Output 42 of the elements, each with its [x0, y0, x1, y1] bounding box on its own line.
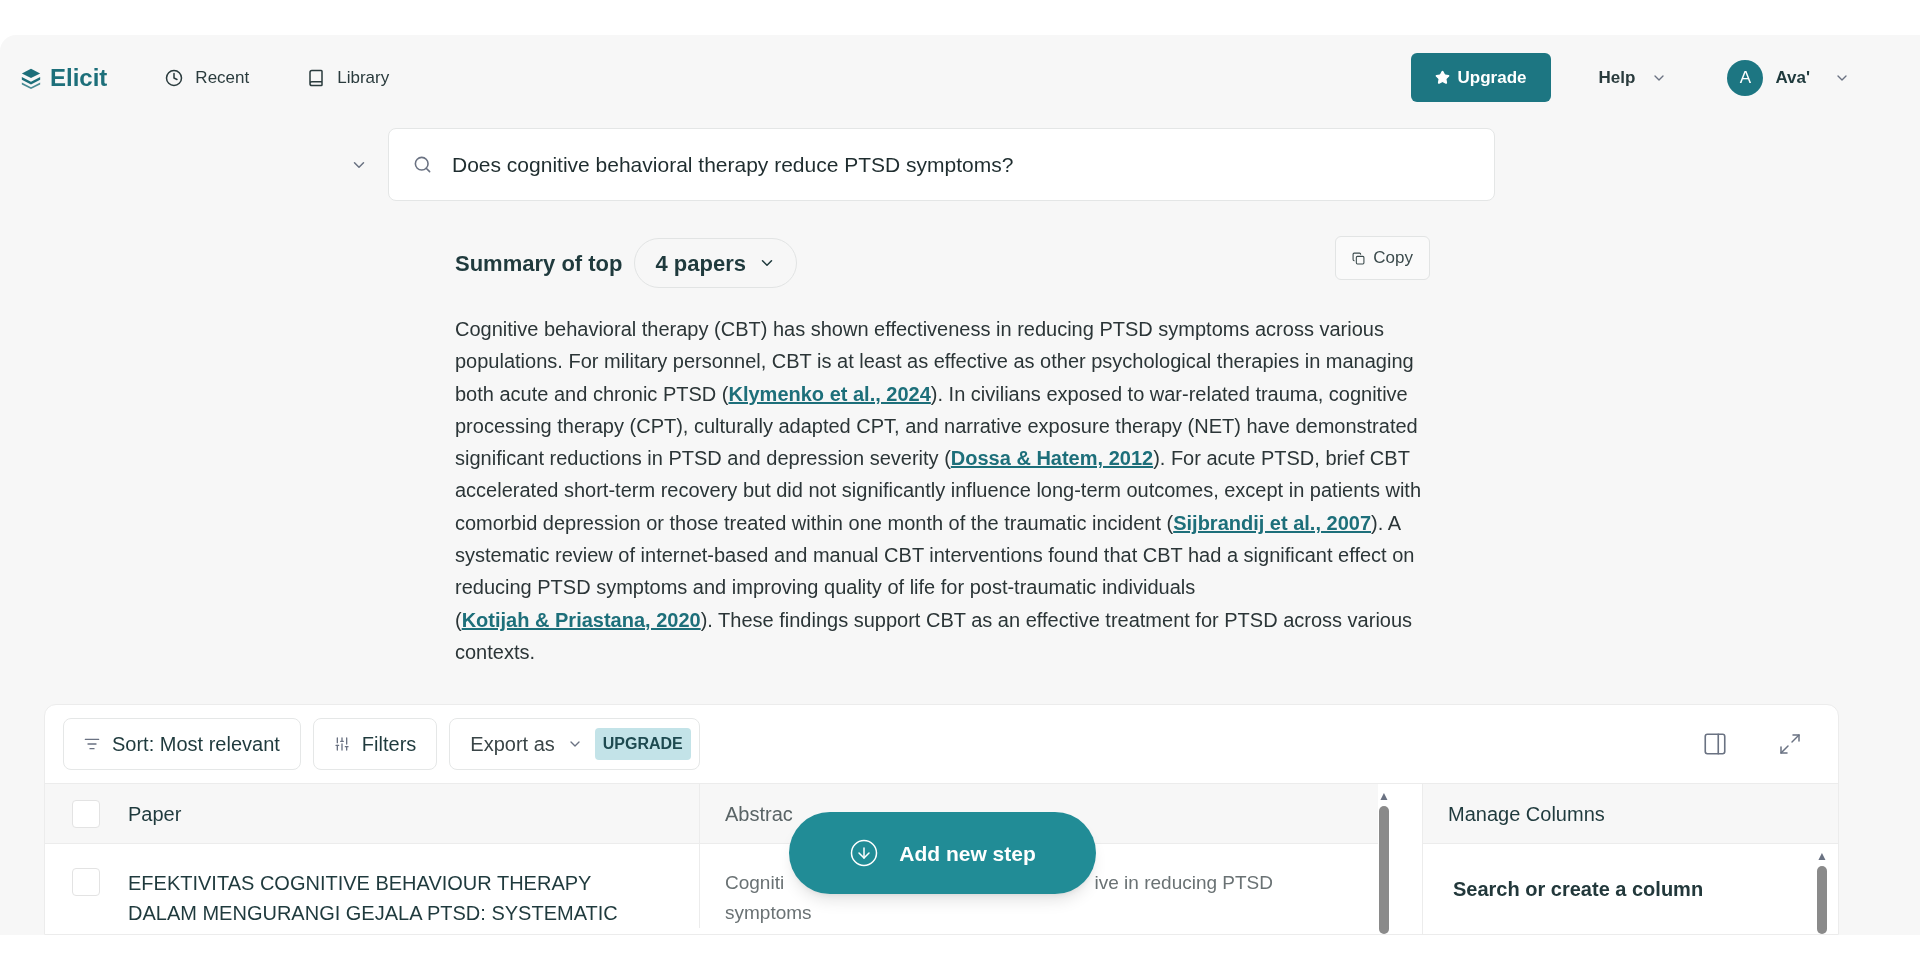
filters-button[interactable]: Filters: [312, 718, 438, 771]
logo-icon: [20, 66, 42, 89]
scroll-up-arrow[interactable]: ▲: [1378, 790, 1390, 803]
search-bar[interactable]: Does cognitive behavioral therapy reduce PTSD symptoms?: [388, 128, 1495, 201]
star-icon: [1434, 70, 1450, 85]
scrollbar-thumb[interactable]: [1379, 806, 1389, 934]
nav-link[interactable]: Recent: [165, 64, 250, 91]
select-all-checkbox[interactable]: [72, 799, 100, 828]
paper-title[interactable]: EFEKTIVITAS COGNITIVE BEHAVIOUR THERAPY DALAM MENGURANGI GEJALA PTSD: SYSTEMATIC: [128, 868, 633, 929]
sliders-icon: [333, 736, 350, 753]
abstract-text: Cogniti: [725, 871, 785, 896]
export-dropdown[interactable]: Export as: [470, 729, 583, 760]
clock-icon: [165, 68, 184, 87]
avatar[interactable]: A: [1727, 59, 1764, 96]
arrow-down-icon: [849, 838, 880, 869]
help-menu[interactable]: Help: [1598, 64, 1668, 91]
abstract-text: symptoms: [725, 902, 812, 924]
logo-text[interactable]: Elicit: [50, 59, 108, 96]
upgrade-button[interactable]: Upgrade: [1410, 53, 1551, 102]
upgrade-badge: UPGRADE: [594, 728, 691, 761]
search-field[interactable]: Does cognitive behavioral therapy reduce PTSD symptoms?: [452, 148, 1470, 181]
summary-paragraph: Cognitive behavioral therapy (CBT) has shown effectiveness in reducing PTSD symptoms across various populations. For military personnel, CBT is at least as effective as other psychological therapies in managing both acute and chronic PTSD (Klymenko et al., 2024). In civilians exposed to war-related trauma, cognitive processing therapy (CPT), culturally adapted CPT, and narrative exposure therapy (NET) have demonstrated significant reductions in PTSD and depression severity (Dossa & Hatem, 2012). For acute PTSD, brief CBT accelerated short-term recovery but did not significantly influence long-term outcomes, except in patients with comorbid depression or those treated within one month of the traumatic incident (Sijbrandij et al., 2007). A systematic review of internet-based and manual CBT interventions found that CBT had a significant effect on reducing PTSD symptoms and improving quality of life for post-traumatic individuals (Kotijah & Priastana, 2020). These findings support CBT as an effective treatment for PTSD across various contexts.: [455, 317, 1423, 665]
scrollbar-thumb[interactable]: [1817, 866, 1827, 934]
expand-icon[interactable]: [1778, 732, 1802, 757]
summary-title: Summary of top: [455, 249, 623, 278]
citation-link[interactable]: Klymenko et al., 2024: [728, 382, 931, 405]
column-search-field[interactable]: Search or create a column: [1423, 844, 1816, 934]
row-checkbox[interactable]: [72, 868, 100, 897]
scroll-up-arrow[interactable]: ▲: [1816, 850, 1828, 863]
user-name[interactable]: Ava': [1775, 64, 1810, 91]
side-panel-icon[interactable]: [1702, 731, 1728, 758]
papers-dropdown[interactable]: 4 papers: [634, 238, 797, 288]
book-icon: [307, 68, 326, 87]
copy-button[interactable]: Copy: [1335, 236, 1430, 280]
panel-title: Manage Columns: [1448, 801, 1605, 827]
copy-icon: [1352, 251, 1366, 265]
abstract-text: ive in reducing PTSD: [1094, 871, 1273, 896]
sort-button[interactable]: Sort: Most relevant: [63, 718, 301, 771]
citation-link[interactable]: Kotijah & Priastana, 2020: [461, 608, 701, 631]
search-icon: [413, 155, 432, 174]
nav-link[interactable]: Library: [307, 64, 390, 91]
column-header: Paper: [128, 801, 182, 827]
